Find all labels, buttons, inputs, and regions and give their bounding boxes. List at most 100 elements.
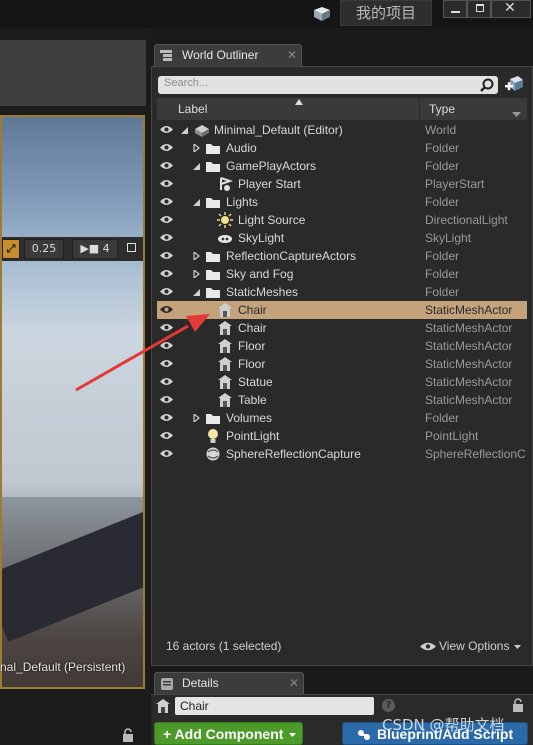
outliner-row[interactable]: Floor StaticMeshActor (157, 355, 527, 373)
static-mesh-icon (218, 375, 232, 389)
outliner-row-type: Folder (425, 285, 460, 299)
minimize-button[interactable] (443, 0, 467, 18)
visibility-eye-icon[interactable] (160, 341, 173, 350)
outliner-row[interactable]: Audio Folder (157, 139, 527, 157)
column-dropdown-icon[interactable] (512, 112, 521, 117)
tab-world-outliner[interactable]: World Outliner ✕ (154, 44, 302, 66)
outliner-row[interactable]: Table StaticMeshActor (157, 391, 527, 409)
chevron-down-icon (289, 733, 296, 737)
add-component-button[interactable]: + Add Component (154, 722, 303, 745)
outliner-row[interactable]: SphereReflectionCapture SphereReflectionC (157, 445, 527, 463)
collapse-arrow-icon[interactable] (181, 126, 188, 134)
column-divider[interactable] (419, 98, 420, 120)
actor-name-field[interactable]: Chair (175, 697, 374, 715)
visibility-eye-icon[interactable] (160, 251, 173, 260)
close-icon: ✕ (504, 0, 516, 16)
outliner-search-input[interactable]: Search... (158, 76, 498, 94)
outliner-column-header: Label Type (157, 98, 527, 120)
restore-icon (476, 4, 484, 12)
column-header-label[interactable]: Label (178, 102, 207, 116)
outliner-row[interactable]: SkyLight SkyLight (157, 229, 527, 247)
outliner-row[interactable]: Volumes Folder (157, 409, 527, 427)
project-icon (314, 7, 330, 21)
camera-speed-button[interactable]: ▶■ 4 (72, 239, 118, 259)
expand-arrow-icon[interactable] (193, 270, 200, 278)
level-viewport[interactable]: ⤢ 0.25 ▶■ 4 (0, 115, 145, 689)
scale-value-text: 0.25 (31, 242, 57, 255)
static-mesh-icon (218, 393, 232, 407)
add-actor-icon[interactable] (504, 74, 524, 94)
visibility-eye-icon[interactable] (160, 395, 173, 404)
visibility-eye-icon[interactable] (160, 197, 173, 206)
search-placeholder: Search... (164, 77, 209, 89)
visibility-eye-icon[interactable] (160, 323, 173, 332)
outliner-row[interactable]: Player Start PlayerStart (157, 175, 527, 193)
static-mesh-icon (218, 357, 232, 371)
help-icon[interactable]: ? (382, 699, 395, 712)
tab-label: World Outliner (182, 48, 259, 62)
lock-icon[interactable] (122, 728, 134, 742)
visibility-eye-icon[interactable] (160, 431, 173, 440)
visibility-eye-icon[interactable] (160, 179, 173, 188)
tab-close-icon[interactable]: ✕ (289, 676, 299, 690)
outliner-row[interactable]: Sky and Fog Folder (157, 265, 527, 283)
outliner-row[interactable]: Floor StaticMeshActor (157, 337, 527, 355)
view-options-button[interactable]: View Options (420, 637, 524, 657)
eye-icon (420, 642, 436, 651)
viewport-level-label: nal_Default (Persistent) (0, 660, 126, 674)
outliner-row[interactable]: Chair StaticMeshActor (157, 301, 527, 319)
outliner-row[interactable]: Light Source DirectionalLight (157, 211, 527, 229)
outliner-row-type: World (425, 123, 457, 137)
visibility-eye-icon[interactable] (160, 287, 173, 296)
outliner-row[interactable]: Chair StaticMeshActor (157, 319, 527, 337)
scale-snap-value[interactable]: 0.25 (24, 239, 64, 259)
visibility-eye-icon[interactable] (160, 125, 173, 134)
expand-arrow-icon[interactable] (193, 144, 200, 152)
outliner-row-label: SkyLight (238, 231, 285, 245)
tab-details[interactable]: Details ✕ (154, 672, 304, 694)
outliner-row[interactable]: GamePlayActors Folder (157, 157, 527, 175)
tab-close-icon[interactable]: ✕ (287, 48, 297, 62)
visibility-eye-icon[interactable] (160, 233, 173, 242)
outliner-row-label: Player Start (238, 177, 301, 191)
visibility-eye-icon[interactable] (160, 377, 173, 386)
visibility-eye-icon[interactable] (160, 449, 173, 458)
scale-snap-toggle[interactable]: ⤢ (2, 239, 20, 259)
outliner-row[interactable]: PointLight PointLight (157, 427, 527, 445)
maximize-viewport-button[interactable] (123, 239, 139, 259)
collapse-arrow-icon[interactable] (193, 198, 200, 206)
visibility-eye-icon[interactable] (160, 215, 173, 224)
collapse-arrow-icon[interactable] (193, 162, 200, 170)
point-light-icon (208, 429, 218, 443)
outliner-row[interactable]: Lights Folder (157, 193, 527, 211)
visibility-eye-icon[interactable] (160, 269, 173, 278)
outliner-row[interactable]: StaticMeshes Folder (157, 283, 527, 301)
directional-light-icon (217, 212, 233, 228)
outliner-row-label: Chair (238, 303, 267, 317)
outliner-row-type: Folder (425, 411, 460, 425)
visibility-eye-icon[interactable] (160, 359, 173, 368)
collapse-arrow-icon[interactable] (193, 288, 200, 296)
close-button[interactable]: ✕ (491, 0, 531, 18)
outliner-row[interactable]: ReflectionCaptureActors Folder (157, 247, 527, 265)
outliner-row[interactable]: Minimal_Default (Editor) World (157, 121, 527, 139)
outliner-row-type: Folder (425, 195, 460, 209)
visibility-eye-icon[interactable] (160, 413, 173, 422)
lock-icon[interactable] (512, 698, 524, 712)
camera-speed-text: 4 (102, 242, 110, 255)
visibility-eye-icon[interactable] (160, 143, 173, 152)
visibility-eye-icon[interactable] (160, 161, 173, 170)
expand-arrow-icon[interactable] (193, 414, 200, 422)
outliner-row[interactable]: Statue StaticMeshActor (157, 373, 527, 391)
outliner-row-label: Volumes (226, 411, 273, 425)
outliner-row-label: Floor (238, 357, 266, 371)
maximize-button[interactable] (467, 0, 491, 18)
column-header-type[interactable]: Type (429, 102, 455, 116)
outliner-row-label: ReflectionCaptureActors (226, 249, 357, 263)
visibility-eye-icon[interactable] (160, 305, 173, 314)
view-options-label: View Options (439, 639, 510, 653)
static-mesh-icon (218, 321, 232, 335)
project-name-tab[interactable]: 我的项目 (340, 0, 432, 26)
outliner-row-label: Light Source (238, 213, 306, 227)
expand-arrow-icon[interactable] (193, 252, 200, 260)
